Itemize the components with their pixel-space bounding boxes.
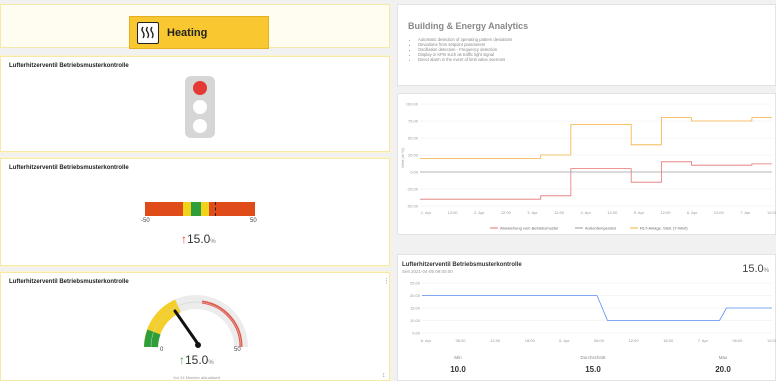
x-tick-label: 12:00 [767,210,776,215]
card-title: Lufterhitzerventil Betriebsmusterkontrol… [9,165,129,171]
x-tick-label: 2. Apr [474,210,485,215]
x-tick-label: 12:00 [501,210,512,215]
scale-value: ↑15.0% [181,232,216,246]
x-tick-label: 06:00 [732,338,743,343]
y-tick-label: 20.00 [410,293,421,298]
x-tick-label: 6. Apr [559,338,570,343]
analytics-card: Building & Energy Analytics Automatic de… [397,4,776,86]
y-tick-label: 15.00 [410,306,421,311]
list-item: Direct alarm in the event of limit value… [418,57,512,62]
y-tick-label: 25.00 [408,153,419,158]
x-tick-label: 12:00 [448,210,459,215]
main-line-chart: Wert (in %) 100.00 75.00 50.00 25.00 0.00 -25… [400,102,776,231]
scale-bar [145,202,255,216]
x-tick-label: 4. Apr [580,210,591,215]
scale-card: Lufterhitzerventil Betriebsmusterkontrol… [0,158,390,266]
gauge-value: ↑15.0% [179,353,214,367]
bottom-chart-title: Lufterhitzerventil Betriebsmusterkontrol… [402,262,522,268]
y-tick-label: 75.00 [408,119,419,124]
legend-item: RLT-Anlage: Stell. (T-Wert) [640,226,688,231]
x-tick-label: 12:00 [607,210,618,215]
x-tick-label: 06:00 [456,338,467,343]
x-tick-label: 18:00 [525,338,536,343]
traffic-light-yellow [193,100,207,114]
y-tick-label: -25.00 [407,187,419,192]
card-title: Lufterhitzerventil Betriebsmusterkontrol… [9,63,129,69]
y-tick-label: 10.00 [410,318,421,323]
y-tick-label: 5.00 [412,331,421,336]
analytics-list: Automatic detection of operating pattern… [418,37,512,62]
y-tick-label: 100.00 [406,102,419,107]
heating-label: Heating [167,27,208,39]
traffic-light-card: Lufterhitzerventil Betriebsmusterkontrol… [0,56,390,152]
heating-button[interactable]: Heating [129,16,269,49]
traffic-light-icon [185,76,215,138]
stat-min: Min 10.0 [450,355,466,374]
gauge-card: Lufterhitzerventil Betriebsmusterkontrol… [0,272,390,381]
menu-icon[interactable]: ⋮ [383,277,390,285]
x-tick-label: 06:00 [594,338,605,343]
gauge-icon [144,295,248,348]
scale-marker [215,202,216,216]
traffic-light-green [193,119,207,133]
x-tick-label: 1. Apr [421,210,432,215]
x-tick-label: 18:00 [663,338,674,343]
x-tick-label: 12:00 [714,210,725,215]
y-tick-label: -50.00 [407,204,419,209]
x-tick-label: 12:00 [767,338,776,343]
scale-max-label: 50 [250,218,257,224]
x-tick-label: 6. Apr [687,210,698,215]
bottom-line-chart: 25.00 20.00 15.00 10.00 5.00 6. Apr 06:00 12:0… [410,281,776,344]
scale-min-label: -50 [141,218,150,224]
x-tick-label: 6. Apr [421,338,432,343]
stat-max: Max 20.0 [715,355,731,374]
x-tick-label: 7. Apr [740,210,751,215]
x-tick-label: 3. Apr [527,210,538,215]
left-column: Heating Lufterhitzerventil Betriebsmuste… [0,0,390,381]
card-title: Lufterhitzerventil Betriebsmusterkontrol… [9,279,129,285]
heating-header: Heating [0,4,390,49]
updated-footer: Vor 24 Minuten aktualisiert [173,375,221,380]
x-tick-label: 7. Apr [698,338,709,343]
legend-item: Abweichung vom Betriebsmuster [500,226,559,231]
stat-average: Durchschnitt 15.0 [580,355,606,374]
chart-legend: Abweichung vom Betriebsmuster Außentempe… [490,226,688,231]
gauge-min-label: 0 [160,347,164,353]
series-line [420,161,772,200]
y-tick-label: 25.00 [410,281,421,286]
x-tick-label: 12:00 [661,210,672,215]
gauge-max-label: 50 [234,347,241,353]
resize-handle-icon[interactable]: ↕ [382,372,386,379]
x-tick-label: 12:00 [554,210,565,215]
y-tick-label: 50.00 [408,136,419,141]
y-tick-label: 0.00 [410,170,419,175]
bottom-current-value: 15.0% [742,263,769,275]
main-chart-card: Wert (in %) 100.00 75.00 50.00 25.00 0.00 -25… [397,93,776,235]
bottom-chart-card: Lufterhitzerventil Betriebsmusterkontrol… [397,254,776,381]
right-column: Building & Energy Analytics Automatic de… [397,0,776,381]
bottom-chart-subtitle: Seit 2021-04-05 09:00:00 [402,269,453,274]
traffic-light-red [193,81,207,95]
heating-icon [137,22,159,44]
analytics-title: Building & Energy Analytics [408,21,529,31]
y-axis-label: Wert (in %) [400,147,405,168]
x-tick-label: 12:00 [490,338,501,343]
x-tick-label: 5. Apr [634,210,645,215]
legend-item: Außentemperatur [585,226,617,231]
x-tick-label: 12:00 [629,338,640,343]
